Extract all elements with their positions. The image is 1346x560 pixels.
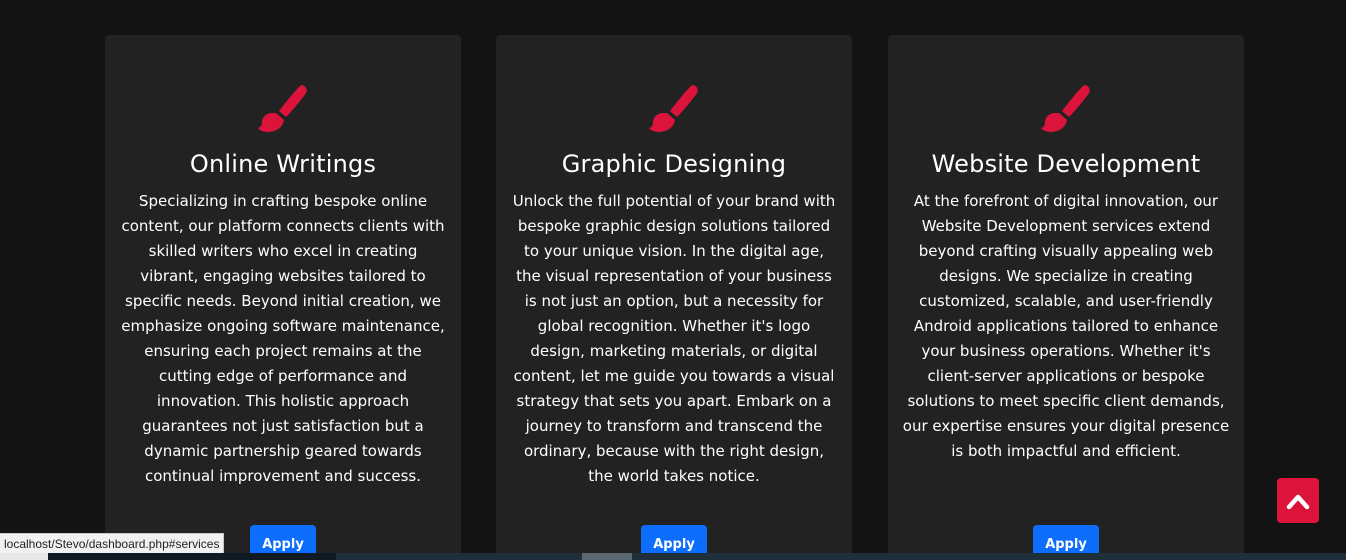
taskbar-app[interactable] [582,553,632,560]
service-card-graphic-designing: Graphic Designing Unlock the full potent… [496,35,852,560]
paintbrush-icon [888,83,1244,135]
card-title: Online Writings [189,150,377,178]
card-description: At the forefront of digital innovation, … [902,192,1230,460]
card-title: Graphic Designing [561,150,787,178]
paintbrush-icon [496,83,852,135]
taskbar [0,553,1346,560]
card-title: Website Development [931,150,1201,178]
scroll-to-top-button[interactable] [1277,478,1319,523]
taskbar-start[interactable] [0,553,48,560]
browser-status-url: localhost/Stevo/dashboard.php#services [0,533,225,555]
paintbrush-icon [105,83,461,135]
services-page: Online Writings Specializing in crafting… [0,0,1346,560]
service-card-website-development: Website Development At the forefront of … [888,35,1244,560]
service-card-online-writings: Online Writings Specializing in crafting… [105,35,461,560]
card-description: Specializing in crafting bespoke online … [121,192,445,485]
taskbar-search[interactable] [48,553,336,560]
chevron-up-icon [1277,491,1319,511]
card-description: Unlock the full potential of your brand … [512,192,836,485]
